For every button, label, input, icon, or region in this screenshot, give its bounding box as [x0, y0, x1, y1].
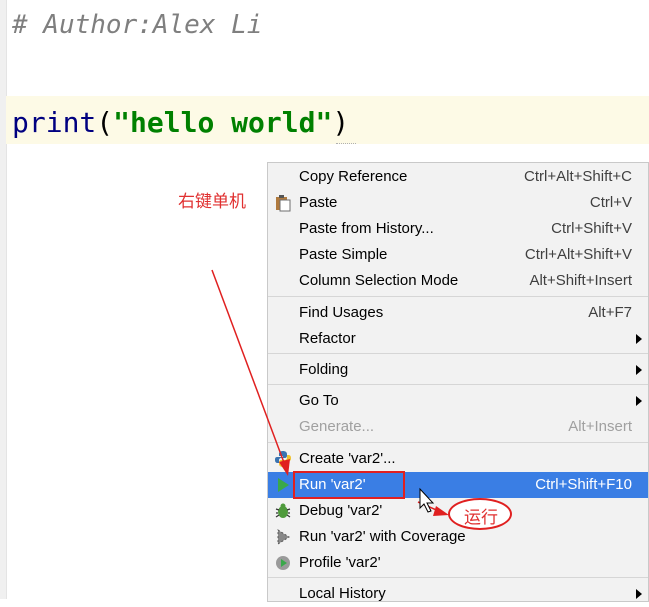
menu-item-find-usages[interactable]: Find Usages Alt+F7: [268, 300, 648, 326]
run-icon: [278, 478, 289, 492]
menu-item-run-with-coverage[interactable]: Run 'var2' with Coverage: [268, 524, 648, 550]
menu-separator: [268, 384, 648, 385]
debug-icon: [275, 503, 291, 518]
open-paren: (: [96, 106, 114, 139]
submenu-arrow-icon: [636, 334, 642, 344]
menu-item-column-selection-mode[interactable]: Column Selection Mode Alt+Shift+Insert: [268, 268, 648, 294]
context-menu: Copy Reference Ctrl+Alt+Shift+C Paste Ctrl…: [267, 162, 649, 602]
menu-item-refactor[interactable]: Refactor: [268, 326, 648, 352]
comment-line: # Author:Alex Li: [12, 10, 263, 40]
code-line[interactable]: print("hello world"): [12, 106, 349, 139]
menu-item-go-to[interactable]: Go To: [268, 388, 648, 414]
profile-icon: [276, 556, 290, 570]
close-paren: ): [332, 106, 350, 139]
annotation-run-text: 运行: [464, 508, 498, 528]
submenu-arrow-icon: [636, 589, 642, 599]
annotation-right-click-text: 右键单机: [178, 192, 246, 212]
print-keyword: print: [12, 106, 97, 139]
menu-item-local-history[interactable]: Local History: [268, 581, 648, 607]
menu-separator: [268, 296, 648, 297]
submenu-arrow-icon: [636, 365, 642, 375]
menu-item-paste[interactable]: Paste Ctrl+V: [268, 190, 648, 216]
inspection-underline: [336, 140, 356, 144]
coverage-icon: [277, 529, 290, 545]
python-icon: [275, 451, 291, 467]
menu-separator: [268, 353, 648, 354]
menu-separator: [268, 577, 648, 578]
clipboard-icon: [276, 195, 291, 212]
menu-separator: [268, 442, 648, 443]
menu-item-copy-reference[interactable]: Copy Reference Ctrl+Alt+Shift+C: [268, 164, 648, 190]
string-literal: "hello world": [113, 106, 333, 139]
menu-item-paste-simple[interactable]: Paste Simple Ctrl+Alt+Shift+V: [268, 242, 648, 268]
menu-item-paste-from-history[interactable]: Paste from History... Ctrl+Shift+V: [268, 216, 648, 242]
editor-gutter: [0, 0, 7, 599]
menu-item-create-config[interactable]: Create 'var2'...: [268, 446, 648, 472]
submenu-arrow-icon: [636, 396, 642, 406]
annotation-run-highlight-box: [293, 471, 405, 499]
menu-item-profile[interactable]: Profile 'var2': [268, 550, 648, 576]
menu-item-generate: Generate... Alt+Insert: [299, 418, 632, 435]
menu-item-folding[interactable]: Folding: [268, 357, 648, 383]
